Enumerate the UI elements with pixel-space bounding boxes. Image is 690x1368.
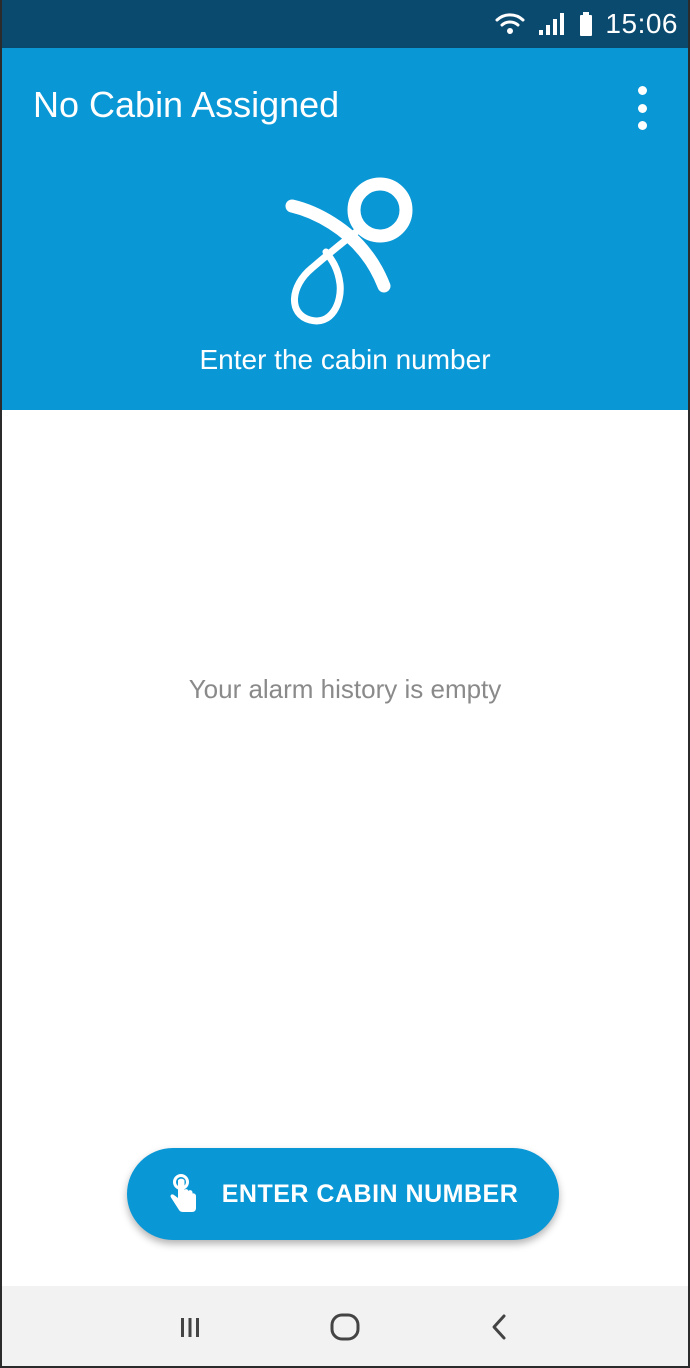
enter-cabin-number-label: ENTER CABIN NUMBER (221, 1179, 519, 1208)
signal-icon (539, 13, 565, 35)
recents-icon[interactable] (160, 1297, 220, 1357)
page-title: No Cabin Assigned (33, 84, 340, 125)
battery-icon (580, 12, 593, 36)
more-vert-icon[interactable] (630, 86, 654, 130)
back-icon[interactable] (470, 1297, 530, 1357)
status-time: 15:06 (605, 8, 678, 39)
status-icons (495, 12, 593, 36)
status-bar: 15:06 (2, 0, 688, 48)
empty-state-message: Your alarm history is empty (188, 674, 502, 704)
system-navigation-bar (2, 1286, 688, 1366)
enter-cabin-number-button[interactable]: ENTER CABIN NUMBER (127, 1148, 559, 1240)
app-header: No Cabin Assigned Enter the cabin number (2, 48, 688, 410)
pacifier-icon (285, 177, 413, 325)
home-icon[interactable] (315, 1297, 375, 1357)
alarm-history: Your alarm history is empty ENTER CABIN … (2, 410, 688, 1286)
header-subtitle: Enter the cabin number (199, 344, 491, 375)
phone-screen: 15:06 No Cabin Assigned Enter the cabin … (0, 0, 690, 1368)
touch-hand-icon (170, 1174, 196, 1212)
wifi-icon (495, 13, 525, 34)
